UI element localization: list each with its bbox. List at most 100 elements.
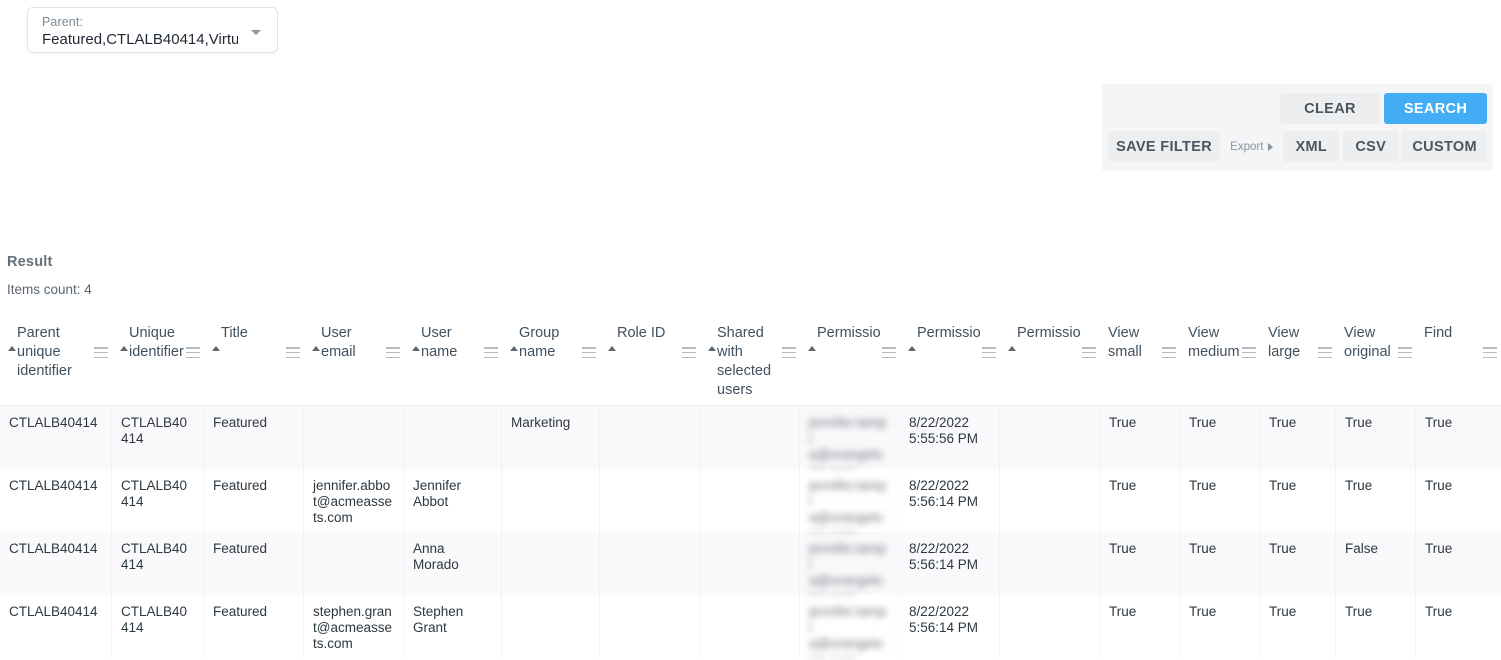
cell-view-small: True xyxy=(1100,532,1180,595)
hamburger-menu-icon[interactable] xyxy=(682,347,696,358)
sort-ascending-icon[interactable] xyxy=(908,346,916,351)
column-header-view-medium[interactable]: View medium xyxy=(1180,318,1260,406)
hamburger-menu-icon[interactable] xyxy=(386,347,400,358)
sort-ascending-icon[interactable] xyxy=(608,346,616,351)
column-header-unique-identifier[interactable]: Unique identifier xyxy=(112,318,204,406)
cell-role-id xyxy=(600,532,700,595)
cell-unique-identifier: CTLALB40414 xyxy=(112,406,204,469)
caret-right-icon xyxy=(1268,142,1274,151)
hamburger-menu-icon[interactable] xyxy=(1318,347,1332,358)
cell-title: Featured xyxy=(204,406,304,469)
cell-permission-added-by: jennifer.tampi a@orangelogic.com xyxy=(800,406,900,469)
column-header-shared-with-selected-users[interactable]: Shared with selected users xyxy=(700,318,800,406)
cell-title: Featured xyxy=(204,532,304,595)
hamburger-menu-icon[interactable] xyxy=(582,347,596,358)
hamburger-menu-icon[interactable] xyxy=(1483,347,1497,358)
search-button[interactable]: SEARCH xyxy=(1384,93,1487,124)
cell-user-name xyxy=(404,406,502,469)
hamburger-menu-icon[interactable] xyxy=(484,347,498,358)
hamburger-menu-icon[interactable] xyxy=(1162,347,1176,358)
column-header-permission-added-by[interactable]: Permissio xyxy=(800,318,900,406)
sort-ascending-icon[interactable] xyxy=(510,346,518,351)
cell-find: True xyxy=(1425,604,1453,619)
sort-ascending-icon[interactable] xyxy=(212,346,220,351)
cell-permission-added-on: 8/22/2022 5:56:14 PM xyxy=(900,595,1000,658)
sort-ascending-icon[interactable] xyxy=(8,346,16,351)
column-header-permission-added-on[interactable]: Permissio xyxy=(900,318,1000,406)
table-row[interactable]: CTLALB40414 CTLALB40414 Featured jennifer.a… xyxy=(0,469,1501,532)
hamburger-menu-icon[interactable] xyxy=(882,347,896,358)
cell-view-medium: True xyxy=(1180,469,1260,532)
hamburger-menu-icon[interactable] xyxy=(782,347,796,358)
column-header-label: Find xyxy=(1424,325,1453,341)
cell-view-small: True xyxy=(1100,595,1180,658)
cell-find: True xyxy=(1425,541,1453,556)
cell-shared-with-selected-users xyxy=(700,532,800,595)
column-header-view-small[interactable]: View small xyxy=(1100,318,1180,406)
cell-user-name: Stephen Grant xyxy=(404,595,502,658)
column-header-view-large[interactable]: View large xyxy=(1260,318,1336,406)
cell-view-small: True xyxy=(1100,406,1180,469)
sort-ascending-icon[interactable] xyxy=(808,346,816,351)
sort-ascending-icon[interactable] xyxy=(1008,346,1016,351)
column-header-label: Permissio xyxy=(817,325,881,341)
cell-permission-end-date xyxy=(1000,595,1100,658)
cell-permission-added-on: 8/22/2022 5:56:14 PM xyxy=(900,532,1000,595)
chevron-down-icon[interactable] xyxy=(251,30,261,35)
cell-permission-added-on: 8/22/2022 5:56:14 PM xyxy=(900,469,1000,532)
cell-shared-with-selected-users xyxy=(700,469,800,532)
sort-ascending-icon[interactable] xyxy=(708,346,716,351)
cell-shared-with-selected-users xyxy=(700,406,800,469)
hamburger-menu-icon[interactable] xyxy=(286,347,300,358)
column-header-group-name[interactable]: Group name xyxy=(502,318,600,406)
export-xml-button[interactable]: XML xyxy=(1283,131,1340,162)
table-row[interactable]: CTLALB40414 CTLALB40414 Featured Marketing j… xyxy=(0,406,1501,469)
hamburger-menu-icon[interactable] xyxy=(94,347,108,358)
cell-view-large: True xyxy=(1260,469,1336,532)
column-header-label: Shared with selected users xyxy=(717,325,772,398)
sort-ascending-icon[interactable] xyxy=(412,346,420,351)
cell-permission-added-on: 8/22/2022 5:55:56 PM xyxy=(900,406,1000,469)
cell-parent-unique-identifier: CTLALB40414 xyxy=(0,469,112,532)
column-header-parent-unique-identifier[interactable]: Parent unique identifier xyxy=(0,318,112,406)
cell-role-id xyxy=(600,469,700,532)
action-panel-row-primary: CLEAR SEARCH xyxy=(1108,90,1487,127)
cell-title: Featured xyxy=(204,595,304,658)
hamburger-menu-icon[interactable] xyxy=(1398,347,1412,358)
column-header-view-original[interactable]: View original xyxy=(1336,318,1416,406)
cell-view-medium: True xyxy=(1180,532,1260,595)
export-menu[interactable]: Export xyxy=(1220,141,1279,153)
cell-permission-added-by: jennifer.tampi a@orangelogic.com xyxy=(800,532,900,595)
export-csv-button[interactable]: CSV xyxy=(1343,131,1399,162)
cell-permission-end-date xyxy=(1000,406,1100,469)
clear-button[interactable]: CLEAR xyxy=(1280,93,1380,124)
column-header-role-id[interactable]: Role ID xyxy=(600,318,700,406)
parent-filter-dropdown[interactable]: Parent: Featured,CTLALB40414,Virtu xyxy=(27,7,278,53)
grid-body: CTLALB40414 CTLALB40414 Featured Marketing j… xyxy=(0,406,1501,658)
hamburger-menu-icon[interactable] xyxy=(1242,347,1256,358)
hamburger-menu-icon[interactable] xyxy=(1082,347,1096,358)
cell-role-id xyxy=(600,406,700,469)
sort-ascending-icon[interactable] xyxy=(312,346,320,351)
column-header-permission-end-date[interactable]: Permissio xyxy=(1000,318,1100,406)
column-header-user-name[interactable]: User name xyxy=(404,318,502,406)
cell-user-name: Anna Morado xyxy=(404,532,502,595)
save-filter-button[interactable]: SAVE FILTER xyxy=(1108,131,1221,162)
column-header-label: Permissio xyxy=(1017,325,1081,341)
sort-ascending-icon[interactable] xyxy=(120,346,128,351)
cell-view-medium: True xyxy=(1180,595,1260,658)
table-row[interactable]: CTLALB40414 CTLALB40414 Featured Anna Morad… xyxy=(0,532,1501,595)
hamburger-menu-icon[interactable] xyxy=(982,347,996,358)
hamburger-menu-icon[interactable] xyxy=(186,347,200,358)
cell-view-medium: True xyxy=(1180,406,1260,469)
column-header-find[interactable]: Find xyxy=(1416,318,1501,406)
export-custom-button[interactable]: CUSTOM xyxy=(1402,131,1487,162)
cell-user-email xyxy=(304,406,404,469)
table-row[interactable]: CTLALB40414 CTLALB40414 Featured stephen.gr… xyxy=(0,595,1501,658)
result-title: Result xyxy=(7,254,53,270)
cell-user-email: jennifer.abbot@acmeassets.com xyxy=(304,469,404,532)
column-header-user-email[interactable]: User email xyxy=(304,318,404,406)
column-header-title[interactable]: Title xyxy=(204,318,304,406)
action-panel-row-export: SAVE FILTER Export XML CSV CUSTOM xyxy=(1108,128,1487,165)
cell-parent-unique-identifier: CTLALB40414 xyxy=(0,532,112,595)
